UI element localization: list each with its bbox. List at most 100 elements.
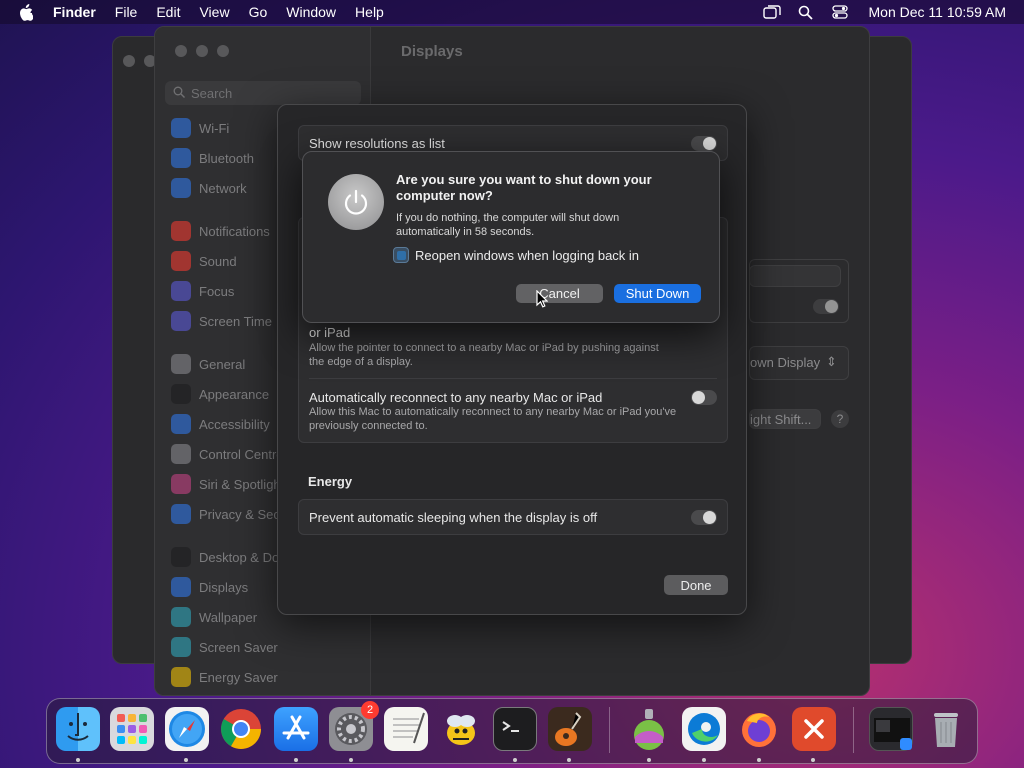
sidebar-item-icon [171, 577, 191, 597]
sidebar-item-label: Control Centre [199, 446, 284, 462]
sidebar-item-label: Screen Time [199, 313, 272, 329]
sidebar-item-network[interactable]: Network [171, 177, 247, 199]
sidebar-item-icon [171, 474, 191, 494]
running-indicator [294, 758, 298, 762]
sidebar-item-appearance[interactable]: Appearance [171, 383, 269, 405]
app-store-icon[interactable] [274, 707, 318, 751]
prevent-sleep-row: Prevent automatic sleeping when the disp… [298, 499, 728, 535]
launchpad-icon[interactable] [110, 707, 154, 751]
trash-icon[interactable] [924, 707, 968, 751]
background-help-button: ? [831, 410, 849, 428]
sidebar-item-label: General [199, 356, 246, 372]
firefox-icon[interactable] [737, 707, 781, 751]
sidebar-item-sound[interactable]: Sound [171, 250, 237, 272]
edge-icon[interactable] [682, 707, 726, 751]
alert-message: If you do nothing, the computer will shu… [396, 212, 620, 238]
sidebar-item-wallpaper[interactable]: Wallpaper [171, 606, 257, 628]
reopen-windows-checkbox[interactable] [393, 247, 409, 263]
cyberduck-icon[interactable] [439, 707, 483, 751]
shut-down-button[interactable]: Shut Down [614, 284, 701, 303]
garageband-icon[interactable] [548, 707, 592, 751]
close-window-button[interactable] [175, 45, 187, 57]
chrome-icon[interactable] [219, 707, 263, 751]
terminal-icon[interactable] [493, 707, 537, 751]
menu-help[interactable]: Help [355, 4, 384, 20]
alert-title: Are you sure you want to shut down your … [396, 172, 652, 203]
sidebar-item-icon [171, 148, 191, 168]
menu-finder[interactable]: Finder [53, 4, 96, 20]
finder-icon[interactable] [56, 707, 100, 751]
sidebar-item-notifications[interactable]: Notifications [171, 220, 270, 242]
prevent-sleep-toggle[interactable] [691, 510, 717, 525]
settings-search-field[interactable]: Search [165, 81, 361, 105]
reconnect-row-title: Automatically reconnect to any nearby Ma… [309, 390, 603, 405]
sidebar-item-focus[interactable]: Focus [171, 280, 234, 302]
pointer-row-description: Allow the pointer to connect to a nearby… [309, 342, 659, 368]
cancel-button[interactable]: Cancel [516, 284, 603, 303]
running-indicator [184, 758, 188, 762]
power-icon [328, 174, 384, 230]
search-placeholder: Search [191, 85, 233, 101]
menu-window[interactable]: Window [286, 4, 336, 20]
sidebar-item-wi-fi[interactable]: Wi-Fi [171, 117, 229, 139]
energy-section-heading: Energy [308, 474, 353, 489]
sidebar-item-label: Focus [199, 283, 235, 299]
sidebar-item-icon [171, 444, 191, 464]
running-indicator [647, 758, 651, 762]
sidebar-item-screen-time[interactable]: Screen Time [171, 310, 272, 332]
remote-desktop-icon[interactable] [792, 707, 836, 751]
menu-edit[interactable]: Edit [156, 4, 180, 20]
reconnect-toggle[interactable] [691, 390, 717, 405]
sidebar-item-icon [171, 281, 191, 301]
menu-file[interactable]: File [115, 4, 138, 20]
sidebar-item-label: Displays [199, 579, 249, 595]
sidebar-item-label: Network [199, 180, 247, 196]
system-settings-icon[interactable]: 2 [329, 701, 379, 751]
menu-go[interactable]: Go [249, 4, 268, 20]
running-indicator [702, 758, 706, 762]
sidebar-item-bluetooth[interactable]: Bluetooth [171, 147, 254, 169]
pointer-row-title: or iPad [309, 325, 351, 340]
running-indicator [757, 758, 761, 762]
sidebar-item-icon [171, 251, 191, 271]
screen-mirroring-icon[interactable] [762, 4, 781, 20]
show-resolutions-toggle[interactable] [691, 136, 717, 151]
sidebar-item-label: Wallpaper [199, 609, 258, 625]
sidebar-item-control-centre[interactable]: Control Centre [171, 443, 284, 465]
window-controls [175, 45, 238, 57]
background-toggle [813, 299, 839, 314]
sidebar-item-general[interactable]: General [171, 353, 245, 375]
sidebar-item-siri-spotlight[interactable]: Siri & Spotlight [171, 473, 284, 495]
apple-menu-icon[interactable] [17, 3, 35, 21]
show-resolutions-label: Show resolutions as list [309, 136, 445, 151]
zoom-window-button[interactable] [217, 45, 229, 57]
sidebar-item-screen-saver[interactable]: Screen Saver [171, 636, 278, 658]
reopen-windows-label[interactable]: Reopen windows when logging back in [415, 248, 639, 263]
sidebar-item-label: Screen Saver [199, 639, 278, 655]
chevron-up-down-icon: ⇕ [826, 354, 837, 369]
dock: 2 [46, 698, 978, 764]
spotlight-search-icon[interactable] [797, 4, 815, 20]
menu-view[interactable]: View [199, 4, 229, 20]
running-indicator [567, 758, 571, 762]
sidebar-item-label: Bluetooth [199, 150, 254, 166]
minimize-window-button[interactable] [196, 45, 208, 57]
sidebar-item-displays[interactable]: Displays [164, 573, 366, 601]
done-button[interactable]: Done [664, 575, 728, 595]
safari-icon[interactable] [165, 707, 209, 751]
reopen-windows-option[interactable]: Reopen windows when logging back in [393, 247, 639, 263]
menu-bar-clock[interactable]: Mon Dec 11 10:59 AM [869, 4, 1006, 20]
sidebar-item-accessibility[interactable]: Accessibility [171, 413, 270, 435]
sidebar-item-desktop-dock[interactable]: Desktop & Dock [171, 546, 292, 568]
textedit-icon[interactable] [384, 707, 428, 751]
installer-icon[interactable] [627, 707, 671, 751]
sidebar-item-label: Energy Saver [199, 669, 278, 685]
control-center-icon[interactable] [831, 4, 849, 20]
menu-bar: Finder File Edit View Go Window Help Mon… [0, 0, 1024, 24]
sidebar-item-label: Notifications [199, 223, 270, 239]
page-title: Displays [401, 43, 463, 60]
background-night-shift-button: ight Shift... [749, 409, 821, 429]
sidebar-item-energy-saver[interactable]: Energy Saver [171, 666, 278, 688]
recent-windows-icon[interactable] [869, 707, 913, 751]
running-indicator [513, 758, 517, 762]
